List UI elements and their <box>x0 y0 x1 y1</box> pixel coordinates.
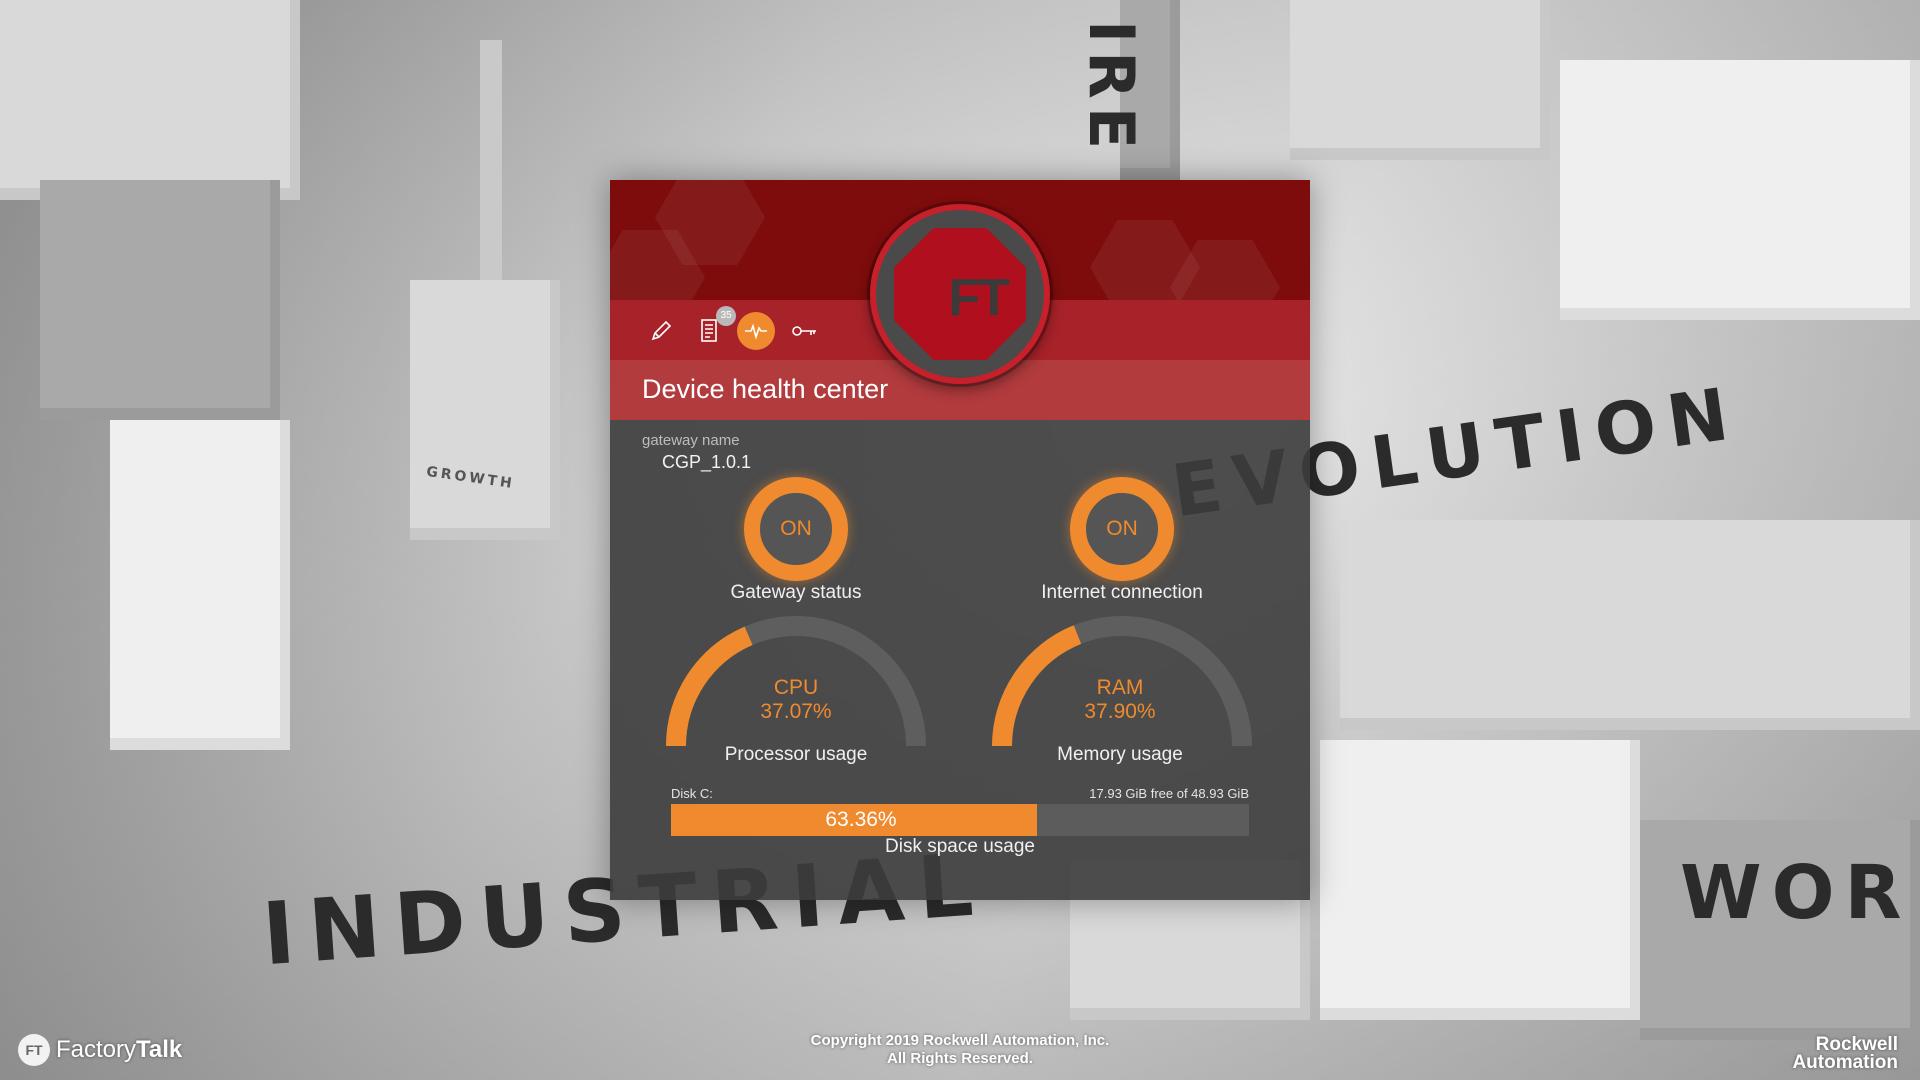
disk-free-text: 17.93 GiB free of 48.93 GiB <box>1089 786 1249 801</box>
bg-block <box>1340 520 1920 730</box>
company-line: Automation <box>1792 1052 1898 1073</box>
internet-connection-label: Internet connection <box>1041 582 1203 603</box>
factorytalk-wordmark: FactoryTalk <box>56 1036 182 1064</box>
gateway-status-indicator: ON <box>744 477 848 581</box>
copyright-line: All Rights Reserved. <box>887 1050 1033 1067</box>
page-title: Device health center <box>642 374 889 404</box>
memory-usage-label: Memory usage <box>1057 744 1183 765</box>
bg-block <box>1560 60 1920 320</box>
key-icon[interactable] <box>788 314 822 348</box>
bg-word: IRE <box>1075 20 1148 158</box>
factorytalk-brand: FT FactoryTalk <box>18 1034 182 1066</box>
ram-gauge-value: 37.90% <box>1084 700 1156 723</box>
bg-block <box>1290 0 1550 160</box>
disk-name: Disk C: <box>671 786 713 801</box>
disk-space-usage-label: Disk space usage <box>885 836 1035 857</box>
factorytalk-mark-icon: FT <box>18 1034 50 1066</box>
cpu-gauge-name: CPU <box>773 676 819 699</box>
bg-block <box>40 180 280 420</box>
copyright: Copyright 2019 Rockwell Automation, Inc.… <box>760 1032 1160 1068</box>
disk-usage-bar: 63.36% <box>671 804 1249 836</box>
pencil-icon[interactable] <box>644 314 678 348</box>
factorytalk-logo: FT <box>870 204 1050 384</box>
bg-block <box>410 280 560 540</box>
ram-gauge-name: RAM <box>1096 676 1144 699</box>
gateway-status-label: Gateway status <box>730 582 862 603</box>
brand-bold: Talk <box>136 1036 183 1063</box>
pulse-icon[interactable] <box>737 312 775 350</box>
logo-text: FT <box>948 269 1010 327</box>
brand-light: Factory <box>56 1036 137 1063</box>
disk-usage-percent: 63.36% <box>825 808 897 831</box>
bg-block <box>0 0 300 200</box>
internet-connection-indicator: ON <box>1070 477 1174 581</box>
gateway-name-value: CGP_1.0.1 <box>662 452 752 472</box>
copyright-line: Copyright 2019 Rockwell Automation, Inc. <box>810 1032 1110 1049</box>
rockwell-automation-logo: Rockwell Automation <box>1792 1035 1898 1073</box>
processor-usage-label: Processor usage <box>724 744 868 765</box>
gateway-name-label: gateway name <box>642 432 740 449</box>
logo-octagon: FT <box>894 228 1026 360</box>
device-health-panel: 35 Device health center FT gateway name … <box>610 180 1310 900</box>
bg-block <box>1320 740 1640 1020</box>
bg-word: WOR <box>1680 850 1912 936</box>
log-count-badge: 35 <box>716 306 736 326</box>
bg-block <box>110 420 290 750</box>
cpu-gauge-value: 37.07% <box>760 700 832 723</box>
